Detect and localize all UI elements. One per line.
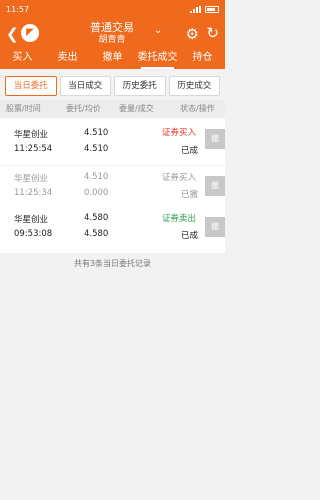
order-status: 已撤 <box>181 190 199 200</box>
signal-icon <box>190 5 201 13</box>
column-stock-time: 股票/时间 <box>6 104 41 113</box>
order-time: 11:25:54 <box>14 144 53 154</box>
avg-price: 0.000 <box>84 188 109 198</box>
order-side: 证券买入 <box>162 128 197 138</box>
avg-price: 4.510 <box>84 144 109 154</box>
gear-icon[interactable]: ⚙ <box>186 26 199 42</box>
order-side: 证券卖出 <box>162 214 197 224</box>
avg-price: 4.580 <box>84 229 109 239</box>
tab-orders-trades[interactable]: 委托成交 <box>135 49 180 69</box>
table-row[interactable]: 华星创业 11:25:34 4.510 0.000 证券买入 已撤 撤 <box>0 166 225 212</box>
title-bar: ❮ ◤ 普通交易 胡青青 ⌄ ⚙ ↻ <box>0 18 225 49</box>
stock-name: 华星创业 <box>14 130 49 140</box>
account-switcher[interactable]: 普通交易 胡青青 <box>72 21 152 46</box>
stock-name: 华星创业 <box>14 174 49 184</box>
status-bar: 11:57 <box>0 0 225 18</box>
status-icons <box>190 5 219 13</box>
subtab-history-trades[interactable]: 历史成交 <box>168 76 220 96</box>
column-status-action: 状态/操作 <box>180 104 215 113</box>
cancel-button[interactable]: 撤 <box>205 176 225 196</box>
cancel-button[interactable]: 撤 <box>205 217 225 237</box>
order-status: 已成 <box>181 231 199 241</box>
order-price: 4.510 <box>84 172 109 182</box>
battery-icon <box>205 5 219 13</box>
subtab-history-orders[interactable]: 历史委托 <box>114 76 166 96</box>
account-name: 胡青青 <box>98 35 126 45</box>
record-count: 共有3条当日委托记录 <box>73 259 152 268</box>
order-price: 4.580 <box>84 213 109 223</box>
back-icon[interactable]: ❮ <box>6 26 22 42</box>
column-qty-filled: 委量/成交 <box>119 104 154 113</box>
order-time: 09:53:08 <box>14 229 53 239</box>
table-header: 股票/时间 委托/均价 委量/成交 状态/操作 <box>0 100 225 117</box>
stock-name: 华星创业 <box>14 215 49 225</box>
main-tabs: 买入 卖出 撤单 委托成交 持仓 <box>0 49 225 69</box>
table-row[interactable]: 华星创业 09:53:08 4.580 4.580 证券卖出 已成 撤 <box>0 207 225 253</box>
status-time: 11:57 <box>6 4 30 14</box>
page-title: 普通交易 <box>90 21 134 34</box>
refresh-icon[interactable]: ↻ <box>206 25 219 41</box>
order-status: 已成 <box>181 146 199 156</box>
column-price-avg: 委托/均价 <box>66 104 101 113</box>
order-price: 4.510 <box>84 128 109 138</box>
tab-cancel-order[interactable]: 撤单 <box>90 49 135 69</box>
subtab-today-trades[interactable]: 当日成交 <box>59 76 111 96</box>
logo-icon: ◤ <box>21 24 39 42</box>
order-time: 11:25:34 <box>14 188 53 198</box>
cancel-button[interactable]: 撤 <box>205 129 225 149</box>
subtab-today-orders[interactable]: 当日委托 <box>5 76 57 96</box>
app-header: 11:57 ❮ ◤ 普通交易 胡青青 ⌄ ⚙ ↻ 买入 卖出 撤单 委托成交 持… <box>0 0 225 69</box>
tab-buy[interactable]: 买入 <box>0 49 45 69</box>
sub-tabs: 当日委托 当日成交 历史委托 历史成交 <box>5 76 220 96</box>
tab-positions[interactable]: 持仓 <box>180 49 225 69</box>
chevron-down-icon[interactable]: ⌄ <box>154 25 162 36</box>
tab-sell[interactable]: 卖出 <box>45 49 90 69</box>
order-side: 证券买入 <box>162 173 197 183</box>
table-row[interactable]: 华星创业 11:25:54 4.510 4.510 证券买入 已成 撤 <box>0 119 225 165</box>
